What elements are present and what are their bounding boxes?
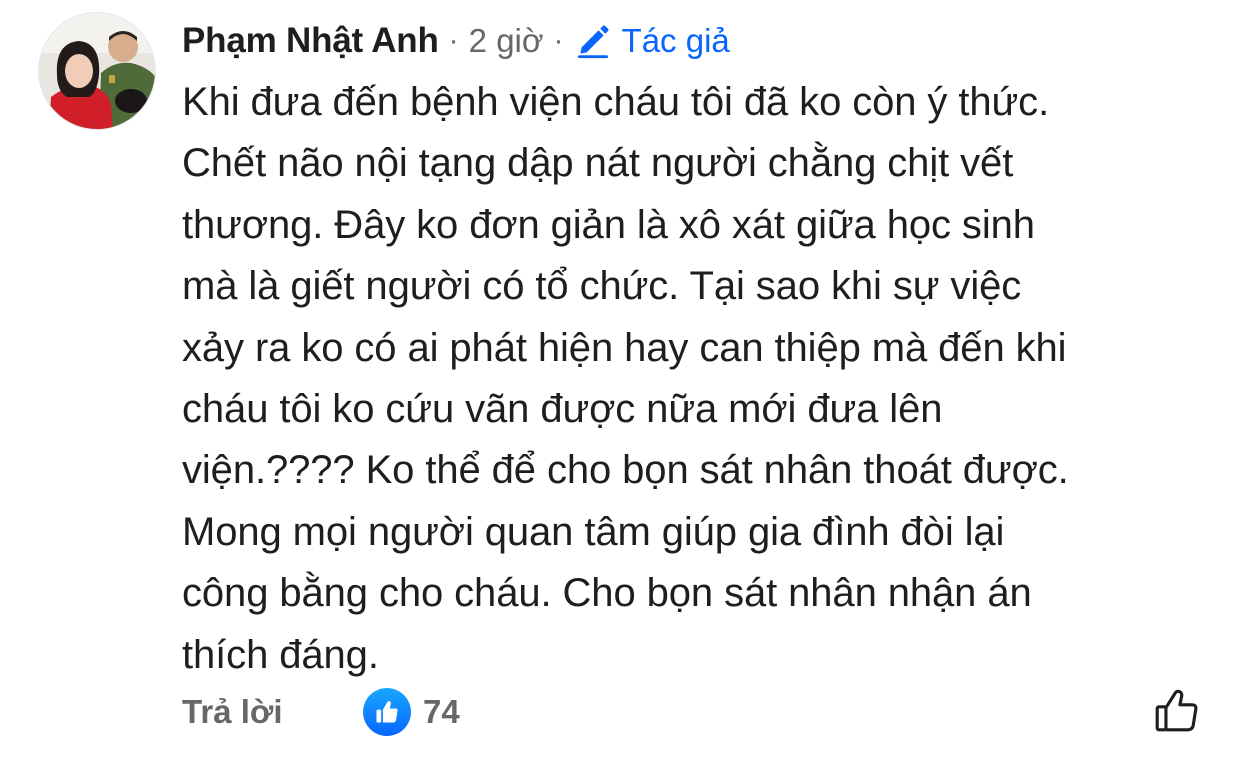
author-badge-label: Tác giả: [621, 22, 730, 59]
like-count: 74: [423, 693, 460, 730]
separator-dot: ·: [448, 24, 459, 57]
comment: Phạm Nhật Anh · 2 giờ · Tác giả Khi đưa …: [0, 0, 1242, 771]
reply-button[interactable]: Trả lời: [182, 693, 283, 731]
thumbs-up-icon: [1155, 689, 1198, 732]
timestamp[interactable]: 2 giờ: [469, 22, 544, 60]
separator-dot: ·: [553, 24, 564, 57]
reaction-summary[interactable]: 74: [363, 688, 460, 736]
avatar-photo: [39, 13, 155, 129]
author-badge: Tác giả: [574, 22, 730, 60]
like-reaction-icon: [363, 688, 411, 736]
avatar[interactable]: [38, 12, 156, 130]
comment-body: Khi đưa đến bệnh viện cháu tôi đã ko còn…: [182, 80, 1069, 677]
comment-header: Phạm Nhật Anh · 2 giờ · Tác giả: [182, 16, 730, 66]
like-button[interactable]: [1152, 686, 1202, 736]
comment-actions: Trả lời 74: [182, 688, 1202, 738]
pencil-icon: [577, 25, 609, 59]
author-name[interactable]: Phạm Nhật Anh: [182, 21, 439, 61]
